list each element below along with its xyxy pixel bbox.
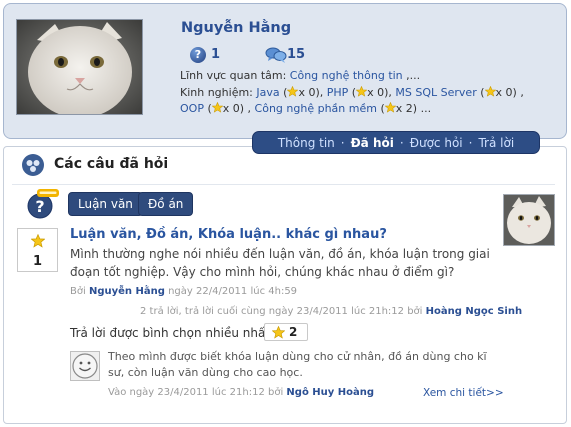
replies-info: 2 trả lời, trả lời cuối cùng ngày 23/4/2… (140, 306, 522, 317)
section-title: Các câu đã hỏi (54, 156, 169, 172)
question-author[interactable]: Nguyễn Hằng (89, 286, 165, 297)
question-date: ngày 22/4/2011 lúc 4h:59 (168, 286, 298, 297)
user-name[interactable]: Nguyễn Hằng (181, 20, 291, 36)
smiley-avatar-icon[interactable] (70, 351, 100, 381)
skill-count-software-eng: x 2 (395, 102, 413, 115)
best-answer-vote-count: 2 (289, 325, 298, 339)
best-answer-votes[interactable]: 2 (264, 323, 308, 341)
experience-row-1: Kinh nghiệm: Java (x 0), PHP (x 0), MS S… (180, 86, 524, 99)
skill-link-software-eng[interactable]: Công nghệ phần mềm (255, 102, 377, 115)
question-title[interactable]: Luận văn, Đồ án, Khóa luận.. khác gì nha… (70, 227, 387, 242)
skill-link-oop[interactable]: OOP (180, 102, 204, 115)
answers-count: 15 (287, 47, 306, 62)
user-avatar[interactable] (16, 19, 143, 115)
questions-count: 1 (211, 47, 221, 62)
skill-link-mssql[interactable]: MS SQL Server (395, 86, 476, 99)
tab-was-asked[interactable]: Được hỏi (410, 136, 463, 150)
best-answer-text: Theo mình được biết khóa luận dùng cho c… (108, 350, 487, 379)
profile-tabs: Thông tin · Đã hỏi · Được hỏi · Trả lời (252, 131, 540, 154)
answers-icon (265, 46, 287, 64)
skill-link-java[interactable]: Java (256, 86, 279, 99)
interest-label: Lĩnh vực quan tâm: (180, 69, 287, 82)
tab-answered[interactable]: Trả lời (478, 136, 514, 150)
tag-do-an[interactable]: Đồ án (138, 192, 194, 216)
section-icon (22, 154, 44, 176)
vote-box[interactable]: 1 (17, 228, 58, 272)
svg-text:?: ? (35, 197, 44, 216)
tag-luan-van[interactable]: Luận văn (68, 192, 143, 216)
star-icon (31, 234, 45, 248)
last-replier[interactable]: Hoàng Ngọc Sinh (426, 306, 522, 317)
best-answer-meta: Vào ngày 23/4/2011 lúc 21h:12 bởi Ngô Hu… (108, 387, 374, 398)
tab-separator: · (340, 135, 345, 150)
question-icon: ? (190, 47, 206, 63)
section-divider (12, 184, 555, 185)
interest-more: ,... (406, 69, 421, 82)
tab-separator: · (468, 135, 473, 150)
tab-separator: · (399, 135, 404, 150)
questions-panel (3, 146, 567, 424)
tab-asked[interactable]: Đã hỏi (351, 136, 394, 150)
skill-count-java: x 0 (298, 86, 316, 99)
skill-count-mssql: x 0 (495, 86, 513, 99)
skill-count-php: x 0 (367, 86, 385, 99)
vote-count: 1 (32, 254, 43, 269)
star-icon (272, 326, 285, 339)
interest-row: Lĩnh vực quan tâm: Công nghệ thông tin ,… (180, 69, 420, 82)
star-icon (484, 86, 496, 97)
interest-link[interactable]: Công nghệ thông tin (290, 69, 403, 82)
skill-count-oop: x 0 (222, 102, 240, 115)
experience-label: Kinh nghiệm: (180, 86, 253, 99)
star-icon (287, 86, 299, 97)
best-answer-label: Trả lời được bình chọn nhiều nhất: (70, 326, 275, 340)
replies-text: 2 trả lời, trả lời cuối cùng ngày 23/4/2… (140, 306, 423, 317)
tab-info[interactable]: Thông tin (278, 136, 335, 150)
star-icon (384, 102, 396, 113)
question-meta: Bởi Nguyễn Hằng ngày 22/4/2011 lúc 4h:59 (70, 286, 297, 297)
help-badge-icon: ? (26, 188, 60, 220)
question-body: Mình thường nghe nói nhiều đến luận văn,… (70, 247, 490, 279)
star-icon (356, 86, 368, 97)
experience-row-2: OOP (x 0) , Công nghệ phần mềm (x 2) ... (180, 102, 432, 115)
by-prefix: Bởi (70, 286, 86, 297)
view-details-link[interactable]: Xem chi tiết>> (423, 387, 504, 399)
answer-author[interactable]: Ngô Huy Hoàng (286, 387, 374, 398)
skill-link-php[interactable]: PHP (327, 86, 349, 99)
skills-more: ... (420, 102, 432, 115)
star-icon (211, 102, 223, 113)
answer-date: Vào ngày 23/4/2011 lúc 21h:12 bởi (108, 387, 284, 398)
question-author-avatar[interactable] (503, 194, 555, 246)
